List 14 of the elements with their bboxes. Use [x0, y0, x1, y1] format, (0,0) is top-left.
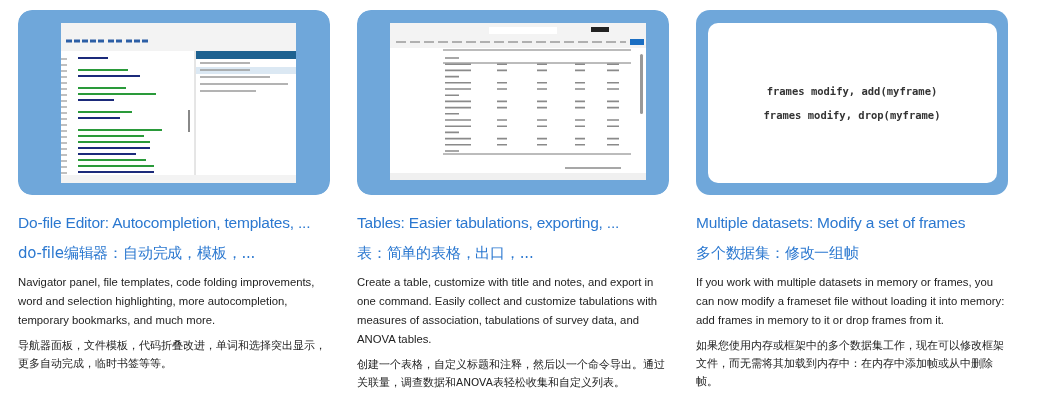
code-line: frames modify, drop(myframe)	[763, 108, 941, 121]
code-line: frames modify, add(myframe)	[766, 84, 938, 97]
card-description: Create a table, customize with title and notes, and export in one command. Easily collect and customize tabulations with measures of association, tabulations of survey data, and ANOVA tables.	[357, 275, 659, 347]
card-title[interactable]: Do-file Editor: Autocompletion, templates, ...	[18, 214, 330, 232]
card-description-chinese: 导航器面板，文件模板，代码折叠改进，单词和选择突出显示，更多自动完成，临时书签等等。	[18, 338, 327, 371]
card-title[interactable]: Tables: Easier tabulations, exporting, ...	[357, 214, 669, 232]
card-description-chinese: 如果您使用内存或框架中的多个数据集工作，现在可以修改框架文件，而无需将其加载到内存中：在内存中添加帧或从中删除帧。	[696, 338, 1005, 389]
card-title-chinese[interactable]: 表：简单的表格，出口，...	[357, 244, 669, 263]
card-description-chinese: 创建一个表格，自定义标题和注释，然后以一个命令导出。通过关联量，调查数据和ANOVA表轻松收集和自定义列表。	[357, 357, 666, 390]
card-title[interactable]: Multiple datasets: Modify a set of frames	[696, 214, 1008, 232]
card-description: If you work with multiple datasets in memory or frames, you can now modify a frameset file without loading it into memory: add frames in memory to it or drop frames from it.	[696, 275, 1006, 328]
card-title-chinese[interactable]: do-file编辑器：自动完成，模板，...	[18, 244, 330, 263]
card-description: Navigator panel, file templates, code folding improvements, word and selection highlighting, more autocompletion, temporary bookmarks, and much more.	[18, 275, 316, 328]
card-title-chinese[interactable]: 多个数据集：修改一组帧	[696, 244, 1008, 263]
